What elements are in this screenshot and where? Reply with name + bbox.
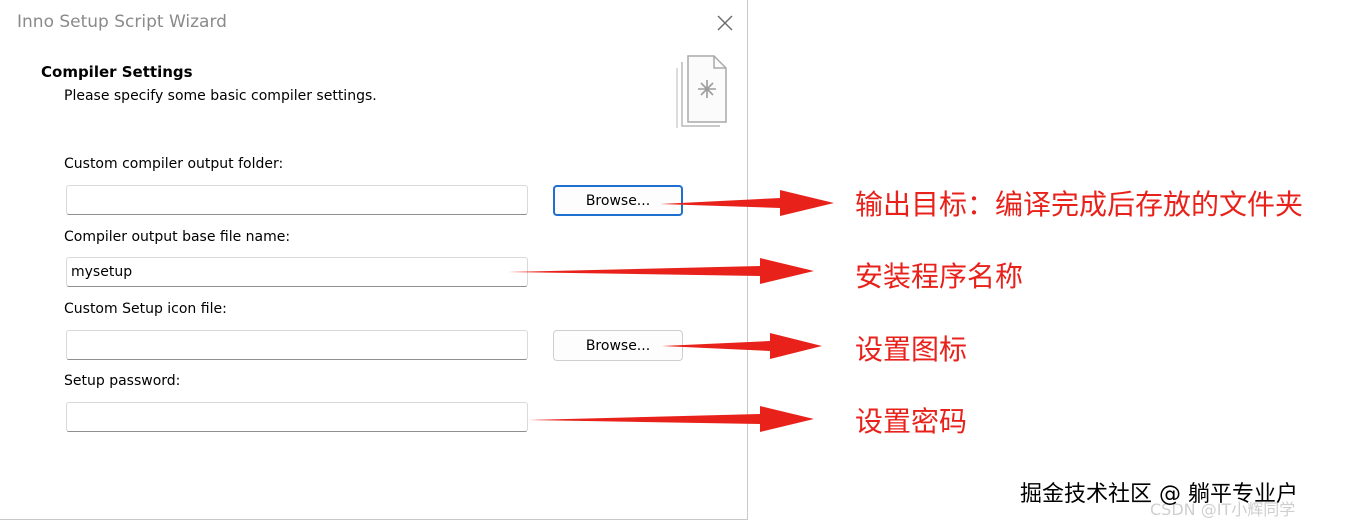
watermark-main: 掘金技术社区 @ 躺平专业户 (1020, 482, 1298, 507)
annotation-base-file-name: 安装程序名称 (855, 260, 1024, 293)
arrow-output-folder (660, 190, 834, 216)
annotation-output-folder: 输出目标：编译完成后存放的文件夹 (855, 188, 1304, 221)
annotation-arrows (508, 190, 834, 432)
annotation-icon-file: 设置图标 (855, 333, 968, 366)
arrow-base-file-name (508, 258, 814, 284)
arrow-icon-file (662, 333, 822, 359)
arrow-password (528, 406, 814, 432)
annotation-password: 设置密码 (855, 405, 968, 438)
